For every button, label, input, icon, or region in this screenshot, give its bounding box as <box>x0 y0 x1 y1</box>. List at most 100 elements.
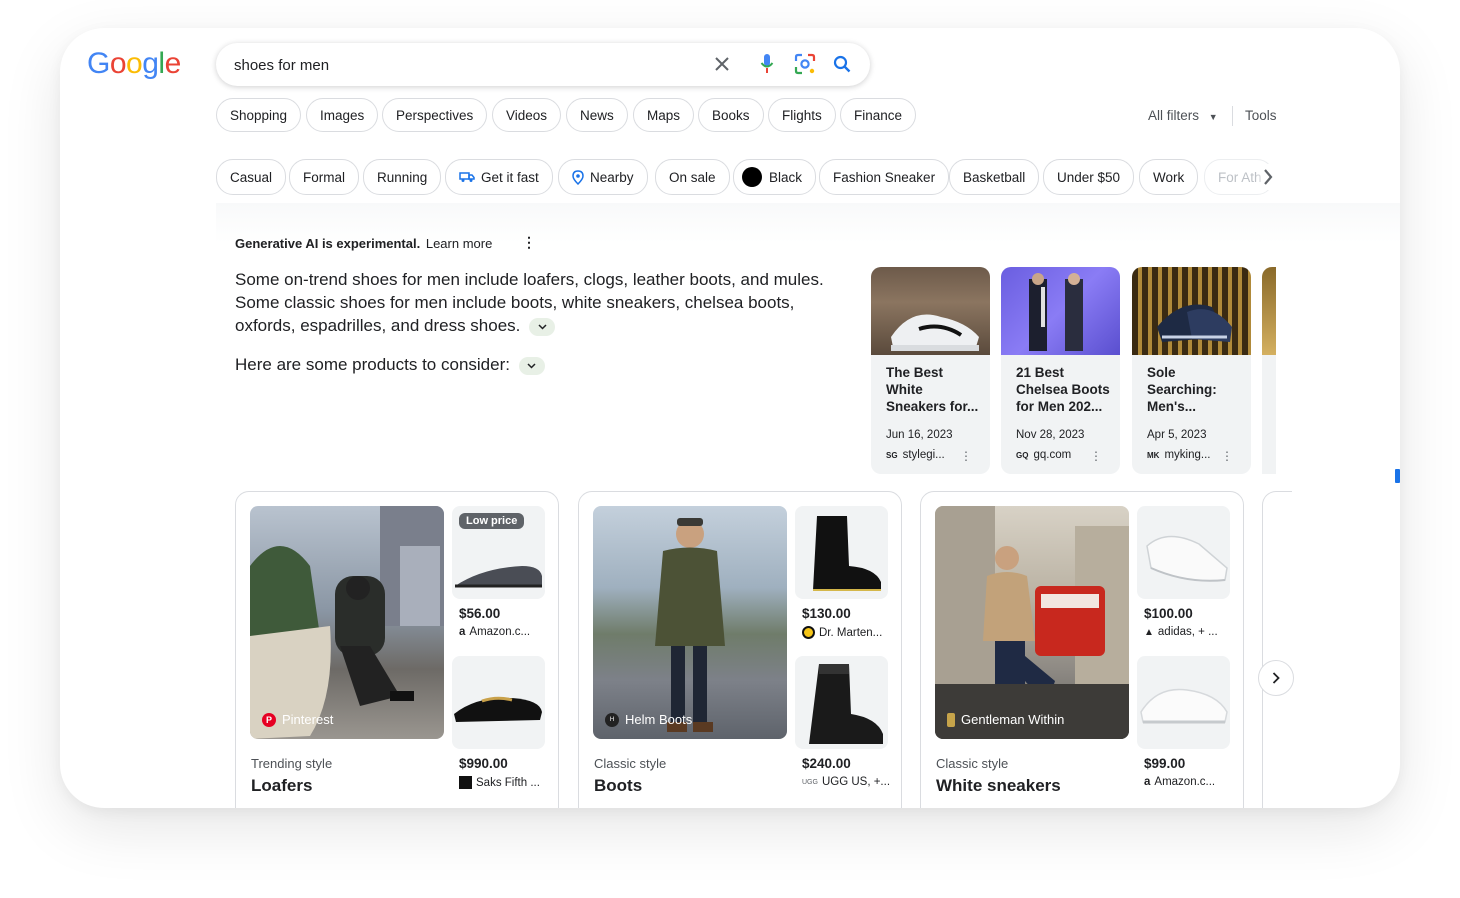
search-input[interactable] <box>234 54 694 76</box>
microphone-icon[interactable] <box>755 52 779 76</box>
source-logo-icon: MK <box>1147 450 1160 460</box>
tab-maps[interactable]: Maps <box>633 98 695 132</box>
tab-shopping[interactable]: Shopping <box>216 98 302 132</box>
products-intro-text: Here are some products to consider: <box>235 355 510 374</box>
color-swatch-black <box>742 167 762 187</box>
style-image[interactable]: H Helm Boots <box>593 506 787 739</box>
tab-images[interactable]: Images <box>306 98 379 132</box>
product-thumbnail[interactable] <box>452 656 545 749</box>
article-card[interactable]: 21 Best Chelsea Boots for Men 202... Nov… <box>1001 267 1120 474</box>
style-label: Classic style <box>936 756 1009 771</box>
filter-nearby[interactable]: Nearby <box>558 159 648 195</box>
filter-basketball[interactable]: Basketball <box>949 159 1040 195</box>
filter-label: Black <box>769 169 803 185</box>
amazon-icon: a <box>1144 776 1151 788</box>
product-price: $240.00 <box>802 756 851 771</box>
article-source-name: myking... <box>1164 449 1211 461</box>
expand-chevron-icon[interactable] <box>529 317 556 336</box>
more-options-icon[interactable]: ⋮ <box>522 234 536 251</box>
filters-scroll-right-button[interactable] <box>1256 164 1280 190</box>
helm-boots-icon: H <box>605 712 619 727</box>
article-source: MK myking... <box>1147 449 1210 461</box>
truck-icon <box>459 172 475 182</box>
product-price: $56.00 <box>459 606 501 621</box>
search-icon[interactable] <box>830 52 854 76</box>
product-group-card[interactable]: H Helm Boots $130.00 Dr. Marten... $240.… <box>578 491 902 808</box>
amazon-icon: a <box>459 626 466 638</box>
filter-casual[interactable]: Casual <box>216 159 287 195</box>
image-source: P Pinterest <box>262 712 333 727</box>
image-source-name: Pinterest <box>282 712 334 727</box>
all-filters-button[interactable]: All filters ▼ <box>1148 108 1218 123</box>
product-thumbnail[interactable] <box>1137 656 1230 749</box>
article-image <box>1132 267 1251 355</box>
product-thumbnail[interactable] <box>795 656 888 749</box>
expand-chevron-icon[interactable] <box>518 356 545 375</box>
filter-work[interactable]: Work <box>1139 159 1199 195</box>
location-pin-icon <box>572 169 584 185</box>
product-price: $100.00 <box>1144 606 1193 621</box>
style-image[interactable]: Gentleman Within <box>935 506 1129 739</box>
ai-summary: Some on-trend shoes for men include loaf… <box>235 268 845 337</box>
ai-overview-header: Generative AI is experimental. Learn mor… <box>235 236 492 251</box>
product-group-card[interactable]: P Pinterest Low price $56.00 a Amazon.c.… <box>235 491 559 808</box>
tab-videos[interactable]: Videos <box>492 98 562 132</box>
filter-black[interactable]: Black <box>733 159 817 195</box>
lens-icon[interactable] <box>793 52 817 76</box>
filter-under-50[interactable]: Under $50 <box>1043 159 1135 195</box>
filter-label: Get it fast <box>481 169 539 185</box>
scroll-indicator <box>1395 469 1400 483</box>
tab-books[interactable]: Books <box>698 98 764 132</box>
tab-flights[interactable]: Flights <box>768 98 836 132</box>
style-label: Classic style <box>594 756 667 771</box>
filter-get-it-fast[interactable]: Get it fast <box>445 159 553 195</box>
filter-running[interactable]: Running <box>363 159 442 195</box>
style-title: White sneakers <box>936 776 1061 795</box>
article-title: The Best White Sneakers for... <box>886 365 979 414</box>
logo-letter: G <box>87 47 110 80</box>
product-price: $130.00 <box>802 606 851 621</box>
tools-button[interactable]: Tools <box>1245 108 1277 123</box>
more-options-icon[interactable]: ⋮ <box>1221 449 1233 463</box>
product-seller: UGG UGG US, +... <box>802 776 892 788</box>
article-title: Sole Searching: Men's... <box>1147 365 1217 414</box>
clear-icon[interactable] <box>710 52 734 76</box>
filter-fashion-sneaker[interactable]: Fashion Sneaker <box>819 159 950 195</box>
ugg-icon: UGG <box>802 778 818 786</box>
article-date: Nov 28, 2023 <box>1016 429 1085 441</box>
seller-name: adidas, + ... <box>1157 626 1218 638</box>
product-group-card-peek <box>1262 491 1292 808</box>
learn-more-link[interactable]: Learn more <box>426 236 492 251</box>
product-thumbnail[interactable] <box>1137 506 1230 599</box>
product-seller: Saks Fifth ... <box>459 776 549 789</box>
article-source: SG stylegi... <box>886 449 945 461</box>
article-card-peek <box>1262 355 1276 474</box>
article-card[interactable]: Sole Searching: Men's... Apr 5, 2023 MK … <box>1132 267 1251 474</box>
product-thumbnail[interactable]: Low price <box>452 506 545 599</box>
image-source: H Helm Boots <box>605 712 692 727</box>
article-date: Jun 16, 2023 <box>886 429 953 441</box>
seller-name: Amazon.c... <box>1154 776 1216 788</box>
saks-icon <box>459 776 472 789</box>
image-source-name: Gentleman Within <box>961 712 1065 727</box>
product-group-card[interactable]: Gentleman Within $100.00 ▲ adidas, + ...… <box>920 491 1244 808</box>
product-thumbnail[interactable] <box>795 506 888 599</box>
dr-martens-icon <box>802 626 815 639</box>
more-options-icon[interactable]: ⋮ <box>1090 449 1102 463</box>
low-price-badge: Low price <box>459 513 525 529</box>
next-carousel-button[interactable] <box>1258 660 1294 696</box>
tab-news[interactable]: News <box>566 98 628 132</box>
article-card[interactable]: The Best White Sneakers for... Jun 16, 2… <box>871 267 990 474</box>
article-date: Apr 5, 2023 <box>1147 429 1207 441</box>
tab-finance[interactable]: Finance <box>840 98 917 132</box>
tab-perspectives[interactable]: Perspectives <box>382 98 488 132</box>
filter-formal[interactable]: Formal <box>289 159 360 195</box>
logo-letter: o <box>126 47 143 80</box>
style-image[interactable]: P Pinterest <box>250 506 444 739</box>
article-title: 21 Best Chelsea Boots for Men 202... <box>1016 365 1110 414</box>
image-source-name: Helm Boots <box>625 712 693 727</box>
more-options-icon[interactable]: ⋮ <box>960 449 972 463</box>
filter-on-sale[interactable]: On sale <box>655 159 730 195</box>
source-logo-icon: GQ <box>1016 450 1029 460</box>
google-logo[interactable]: Google <box>87 47 181 81</box>
